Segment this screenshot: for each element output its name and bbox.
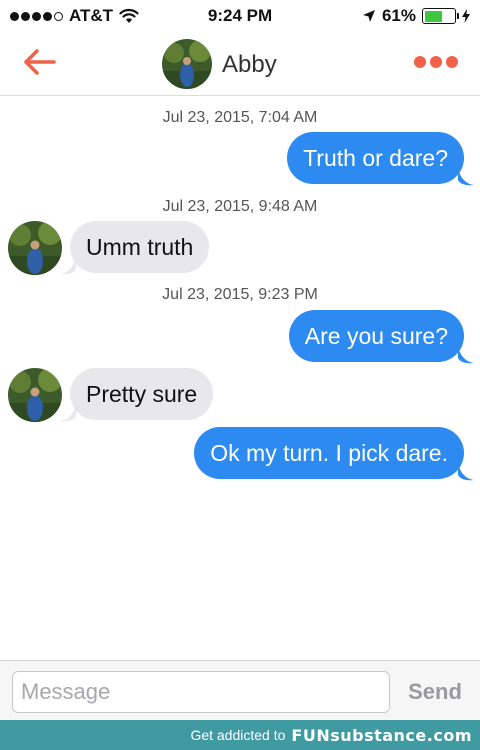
contact-avatar[interactable] <box>162 39 212 89</box>
incoming-message[interactable]: Pretty sure <box>70 368 214 420</box>
message-text: Truth or dare? <box>303 144 448 171</box>
message-timestamp: Jul 23, 2015, 7:04 AM <box>162 109 318 126</box>
watermark-banner: Get addicted to FUNsubstance.com <box>0 720 480 750</box>
bubble-tail <box>458 463 474 481</box>
status-bar: AT&T 9:24 PM 61% <box>0 0 480 32</box>
carrier-label: AT&T <box>69 6 114 25</box>
location-arrow-icon <box>362 10 375 22</box>
battery-fill <box>424 10 443 22</box>
sender-avatar <box>8 221 62 275</box>
message-timestamp: Jul 23, 2015, 9:23 PM <box>162 286 318 303</box>
sender-avatar <box>8 368 62 422</box>
message-text: Umm truth <box>86 233 194 260</box>
banner-tagline: Get addicted to <box>190 727 286 743</box>
battery-icon <box>422 8 459 24</box>
more-options-icon[interactable] <box>414 56 458 68</box>
composer-bar: Send <box>0 660 480 720</box>
incoming-message[interactable]: Umm truth <box>70 221 210 273</box>
back-arrow-icon[interactable] <box>20 46 60 78</box>
status-left: AT&T <box>10 6 139 26</box>
bubble-tail <box>60 404 76 422</box>
message-timestamp: Jul 23, 2015, 9:48 AM <box>162 198 318 215</box>
outgoing-message[interactable]: Are you sure? <box>288 310 464 362</box>
bubble-tail <box>60 257 76 275</box>
battery-percent: 61% <box>381 6 416 25</box>
message-text: Pretty sure <box>86 380 198 407</box>
outgoing-message[interactable]: Truth or dare? <box>287 132 464 184</box>
send-button[interactable]: Send <box>400 671 470 713</box>
outgoing-message[interactable]: Ok my turn. I pick dare. <box>194 427 464 479</box>
bubble-tail <box>458 346 474 364</box>
message-input[interactable] <box>12 671 390 713</box>
status-right: 61% <box>362 6 470 26</box>
message-text: Are you sure? <box>304 322 448 349</box>
wifi-icon <box>119 8 139 23</box>
chat-header: Abby <box>0 32 480 96</box>
message-list: Jul 23, 2015, 7:04 AM Truth or dare? Jul… <box>0 97 480 660</box>
charging-bolt-icon <box>462 9 470 23</box>
signal-strength-icon <box>10 11 63 21</box>
message-text: Ok my turn. I pick dare. <box>210 439 448 466</box>
bubble-tail <box>458 168 474 186</box>
contact-name[interactable]: Abby <box>222 51 277 79</box>
banner-brand: FUNsubstance.com <box>291 725 472 745</box>
